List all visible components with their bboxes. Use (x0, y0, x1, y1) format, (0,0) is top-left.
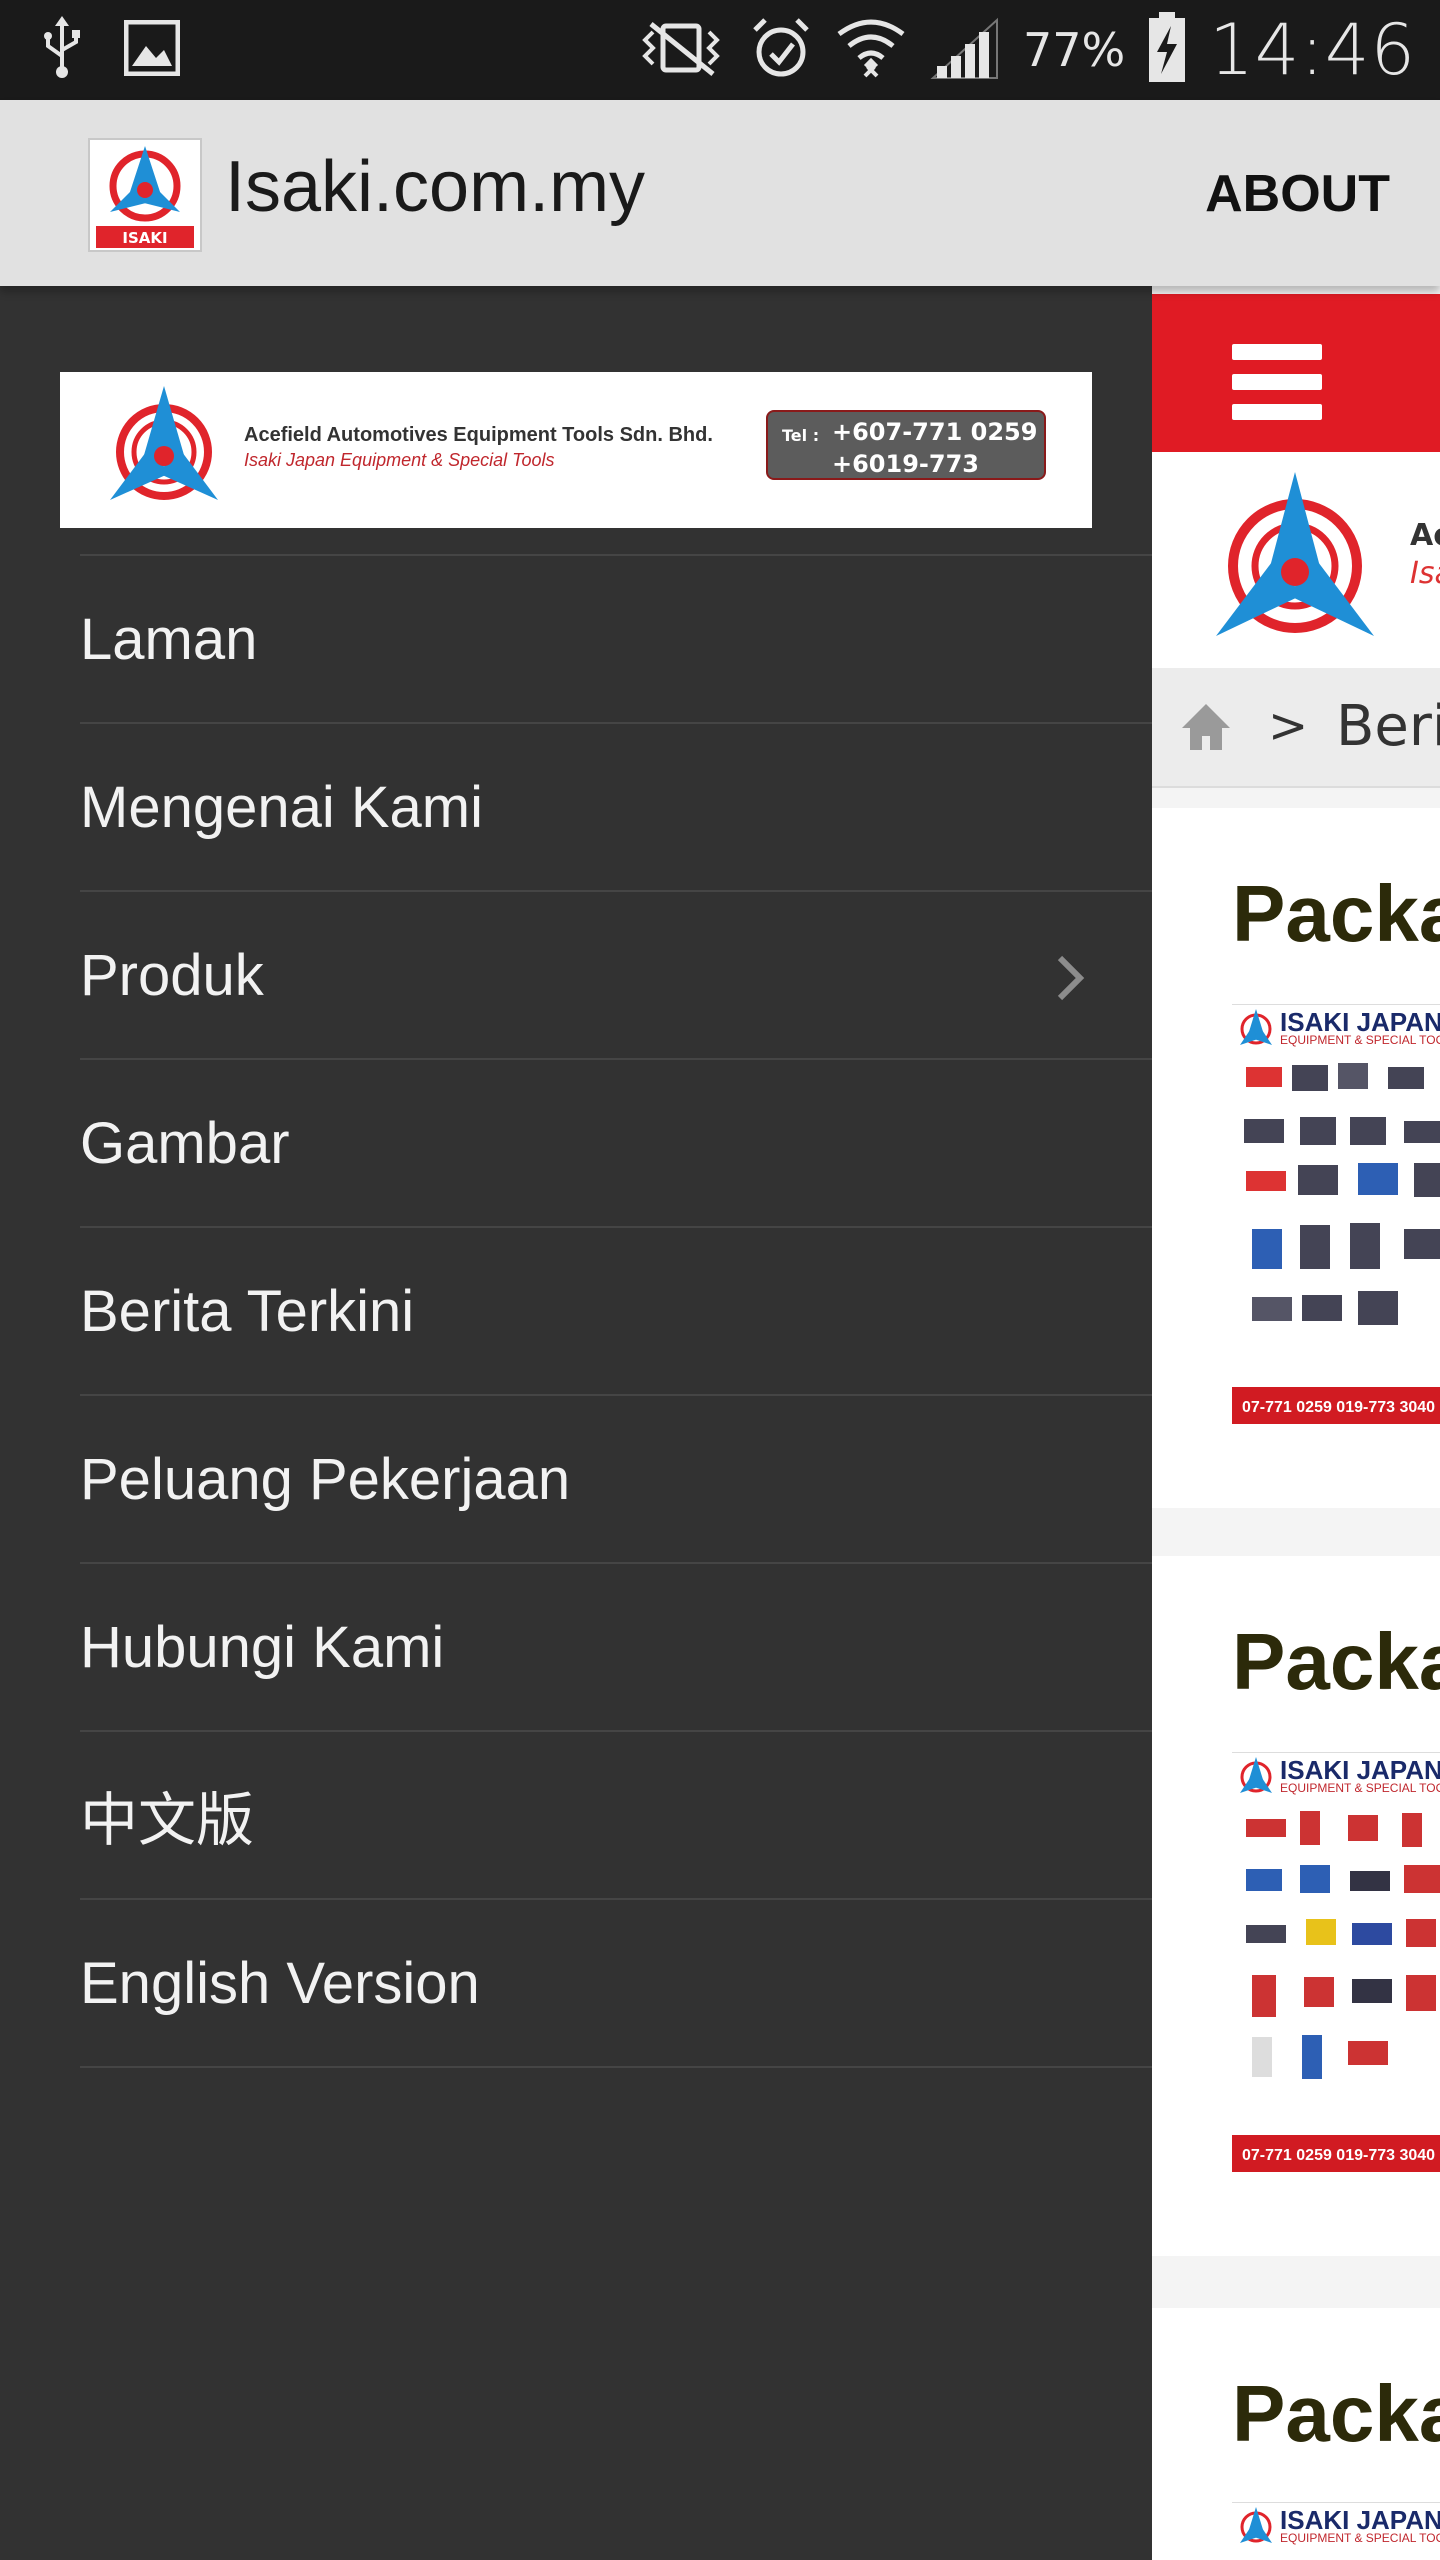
menu-item-produk[interactable]: Produk (80, 892, 1152, 1060)
flyer-subtitle: EQUIPMENT & SPECIAL TOOLS (1280, 1781, 1440, 1795)
app-bar: ISAKI Isaki.com.my ABOUT (0, 100, 1440, 286)
menu-item-mengenai-kami[interactable]: Mengenai Kami (80, 724, 1152, 892)
menu-item-label: Hubungi Kami (80, 1614, 445, 1680)
hamburger-menu-icon[interactable] (1232, 344, 1322, 420)
signal-icon (929, 16, 1001, 84)
usb-icon (40, 16, 84, 84)
tel-label: Tel : (782, 426, 820, 445)
breadcrumb-current[interactable]: Berit (1336, 694, 1440, 759)
flyer-phone: 07-771 0259 019-773 3040 (1242, 2147, 1436, 2164)
menu-item-label: English Version (80, 1950, 480, 2016)
article-title[interactable]: Packa (1232, 1616, 1440, 1708)
logo-text: ISAKI (122, 229, 167, 247)
menu-item-label: Gambar (80, 1110, 290, 1176)
chevron-right-icon[interactable] (1050, 954, 1090, 1002)
app-title: Isaki.com.my (225, 147, 646, 227)
flyer-header: ISAKI JAPAN EQUIPMENT & SPECIAL TOOLS (1232, 1005, 1440, 1053)
breadcrumb: > Berit (1152, 668, 1440, 788)
menu-item-label: Peluang Pekerjaan (80, 1446, 571, 1512)
site-logo-area: Ac Isa (1152, 452, 1440, 668)
wifi-icon (835, 14, 907, 86)
home-icon[interactable] (1180, 702, 1232, 752)
isaki-logo-icon: ISAKI (96, 146, 194, 248)
banner-phone-box: Tel : +607-771 0259 +6019-773 3040 (766, 410, 1046, 506)
status-bar-system: 77% 14:46 (635, 0, 1416, 100)
site-header-bar (1152, 294, 1440, 452)
battery-charging-icon (1147, 12, 1187, 88)
about-button[interactable]: ABOUT (1205, 164, 1390, 224)
flyer-subtitle: EQUIPMENT & SPECIAL TOOLS (1280, 1033, 1440, 1047)
image-icon (123, 19, 181, 80)
app-logo[interactable]: ISAKI (88, 138, 202, 252)
flyer-header: ISAKI JAPAN EQUIPMENT & SPECIAL TOOLS (1232, 2503, 1440, 2551)
phone-number-2: +6019-773 3040 (832, 450, 979, 506)
flyer-footer: 07-771 0259 019-773 3040 (1232, 1387, 1440, 1424)
menu-item-peluang-pekerjaan[interactable]: Peluang Pekerjaan (80, 1396, 1152, 1564)
company-banner[interactable]: Acefield Automotives Equipment Tools Sdn… (60, 372, 1092, 528)
menu-item-label: Mengenai Kami (80, 774, 483, 840)
product-thumbnails (1246, 1811, 1440, 2079)
isaki-logo-icon (1240, 1757, 1272, 1793)
banner-tagline: Isaki Japan Equipment & Special Tools (244, 450, 555, 470)
isaki-logo-icon (110, 386, 218, 500)
flyer-subtitle: EQUIPMENT & SPECIAL TOOLS (1280, 2531, 1440, 2545)
isaki-logo-icon (1240, 1009, 1272, 1045)
menu-item-berita-terkini[interactable]: Berita Terkini (80, 1228, 1152, 1396)
menu-item-label: Berita Terkini (80, 1278, 415, 1344)
navigation-drawer: Acefield Automotives Equipment Tools Sdn… (0, 286, 1152, 2560)
article-card[interactable]: Packa ISAKI JAPAN EQUIPMENT & SPECIAL TO… (1152, 808, 1440, 1508)
menu-item-chinese-version[interactable]: 中文版 (80, 1732, 1152, 1900)
article-title[interactable]: Packa (1232, 868, 1440, 960)
menu-item-gambar[interactable]: Gambar (80, 1060, 1152, 1228)
drawer-menu: Laman Mengenai Kami Produk Gambar Berita… (0, 554, 1152, 2068)
vibrate-icon (635, 18, 727, 82)
menu-item-laman[interactable]: Laman (80, 556, 1152, 724)
banner-company-name: Acefield Automotives Equipment Tools Sdn… (244, 424, 713, 446)
menu-item-label: Laman (80, 606, 258, 672)
site-tagline: Isa (1410, 556, 1440, 591)
flyer-header: ISAKI JAPAN EQUIPMENT & SPECIAL TOOLS (1232, 1753, 1440, 1801)
alarm-icon (749, 16, 813, 84)
article-card[interactable]: Packa ISAKI JAPAN EQUIPMENT & SPECIAL TO… (1152, 2308, 1440, 2560)
product-flyer-image[interactable]: ISAKI JAPAN EQUIPMENT & SPECIAL TOOLS (1232, 1004, 1440, 1424)
product-flyer-image[interactable]: ISAKI JAPAN EQUIPMENT & SPECIAL TOOLS 07… (1232, 1752, 1440, 2172)
clock: 14:46 (1209, 9, 1416, 91)
page-content: Ac Isa > Berit Packa ISAKI JAPAN EQUIPME… (1152, 286, 1440, 2560)
article-title[interactable]: Packa (1232, 2368, 1440, 2460)
menu-item-label: 中文版 (80, 1788, 255, 1853)
product-thumbnails (1244, 1063, 1440, 1325)
isaki-logo-icon (1240, 2507, 1272, 2543)
site-company-name: Ac (1410, 518, 1440, 553)
menu-item-label: Produk (80, 942, 264, 1008)
breadcrumb-separator: > (1268, 698, 1309, 754)
status-bar: 77% 14:46 (0, 0, 1440, 100)
phone-number-1: +607-771 0259 (832, 418, 1038, 446)
flyer-footer: 07-771 0259 019-773 3040 (1232, 2135, 1440, 2172)
menu-item-english-version[interactable]: English Version (80, 1900, 1152, 2068)
battery-percent: 77% (1023, 23, 1126, 77)
flyer-phone: 07-771 0259 019-773 3040 (1242, 1399, 1436, 1416)
product-flyer-image[interactable]: ISAKI JAPAN EQUIPMENT & SPECIAL TOOLS (1232, 2502, 1440, 2560)
article-card[interactable]: Packa ISAKI JAPAN EQUIPMENT & SPECIAL TO… (1152, 1556, 1440, 2256)
menu-item-hubungi-kami[interactable]: Hubungi Kami (80, 1564, 1152, 1732)
status-bar-notifications (40, 14, 181, 86)
isaki-logo-icon (1216, 472, 1374, 636)
